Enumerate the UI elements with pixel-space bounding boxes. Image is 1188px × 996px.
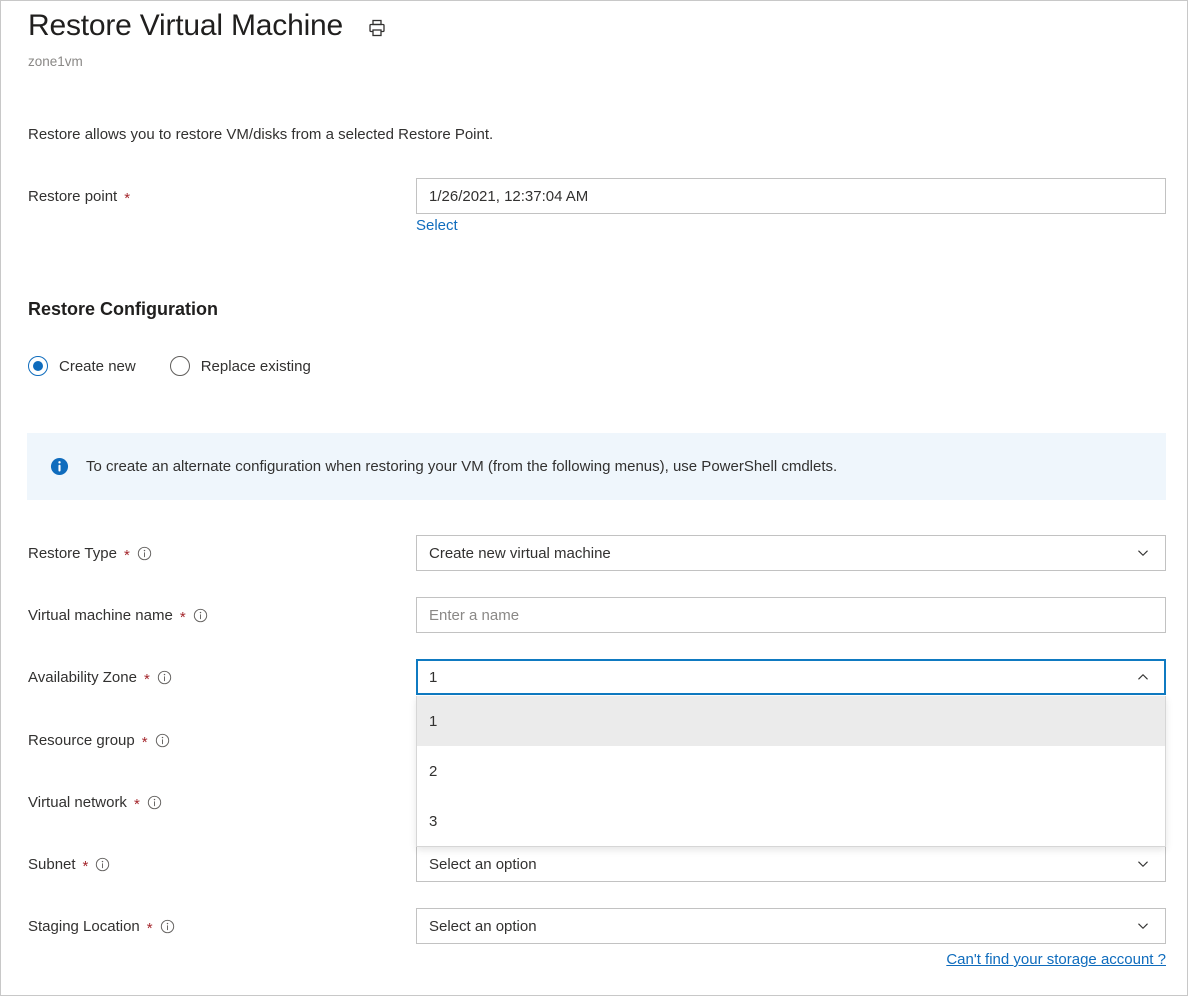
restore-virtual-machine-page: Restore Virtual Machine zone1vm Restore … <box>0 0 1188 996</box>
radio-create-new[interactable]: Create new <box>28 356 136 376</box>
restore-type-dropdown[interactable]: Create new virtual machine <box>416 535 1166 571</box>
radio-label-replace-existing: Replace existing <box>201 358 311 375</box>
required-asterisk: * <box>142 735 148 750</box>
required-asterisk: * <box>180 610 186 625</box>
virtual-network-label: Virtual network * <box>28 784 162 820</box>
radio-replace-existing[interactable]: Replace existing <box>170 356 311 376</box>
restore-point-label: Restore point * <box>28 178 130 214</box>
info-icon[interactable] <box>155 733 170 748</box>
virtual-machine-name-label-text: Virtual machine name <box>28 607 173 624</box>
required-asterisk: * <box>147 921 153 936</box>
info-icon[interactable] <box>137 546 152 561</box>
chevron-up-icon <box>1135 669 1151 685</box>
restore-point-row: Restore point * 1/26/2021, 12:37:04 AM <box>1 178 1187 214</box>
virtual-machine-name-label: Virtual machine name * <box>28 597 208 633</box>
storage-account-link-wrap: Can't find your storage account ? <box>1 951 1166 969</box>
info-banner-text: To create an alternate configuration whe… <box>86 457 837 477</box>
required-asterisk: * <box>144 672 150 687</box>
required-asterisk: * <box>134 797 140 812</box>
chevron-down-icon <box>1135 856 1151 872</box>
resource-group-label: Resource group * <box>28 722 170 758</box>
restore-point-input[interactable]: 1/26/2021, 12:37:04 AM <box>416 178 1166 214</box>
availability-zone-dropdown[interactable]: 1 <box>416 659 1166 695</box>
subnet-dropdown[interactable]: Select an option <box>416 846 1166 882</box>
dropdown-option-2[interactable]: 2 <box>417 746 1165 796</box>
required-asterisk: * <box>124 191 130 206</box>
radio-mark-replace-existing <box>170 356 190 376</box>
restore-point-value: 1/26/2021, 12:37:04 AM <box>429 188 1153 205</box>
restore-configuration-radio-group: Create new Replace existing <box>28 356 311 376</box>
select-restore-point-link[interactable]: Select <box>416 217 458 234</box>
restore-configuration-heading: Restore Configuration <box>28 299 218 320</box>
page-subtitle: zone1vm <box>28 53 1167 71</box>
availability-zone-value: 1 <box>429 669 1135 686</box>
chevron-down-icon <box>1135 545 1151 561</box>
virtual-network-label-text: Virtual network <box>28 794 127 811</box>
info-icon[interactable] <box>95 857 110 872</box>
availability-zone-option-list: 1 2 3 <box>416 696 1166 847</box>
info-icon[interactable] <box>160 919 175 934</box>
info-icon[interactable] <box>147 795 162 810</box>
virtual-machine-name-input[interactable]: Enter a name <box>416 597 1166 633</box>
info-icon[interactable] <box>157 670 172 685</box>
availability-zone-label-text: Availability Zone <box>28 669 137 686</box>
availability-zone-row: Availability Zone * 1 <box>1 659 1187 695</box>
chevron-down-icon <box>1135 918 1151 934</box>
virtual-machine-name-row: Virtual machine name * Enter a name <box>1 597 1187 633</box>
required-asterisk: * <box>83 859 89 874</box>
staging-location-label-text: Staging Location <box>28 918 140 935</box>
info-icon[interactable] <box>193 608 208 623</box>
subnet-label: Subnet * <box>28 846 110 882</box>
staging-location-label: Staging Location * <box>28 908 175 944</box>
subnet-label-text: Subnet <box>28 856 76 873</box>
required-asterisk: * <box>124 548 130 563</box>
info-circle-icon <box>49 457 69 477</box>
restore-type-label-text: Restore Type <box>28 545 117 562</box>
page-title: Restore Virtual Machine <box>28 5 343 47</box>
staging-location-row: Staging Location * Select an option <box>1 908 1187 944</box>
intro-text: Restore allows you to restore VM/disks f… <box>28 124 493 146</box>
print-icon[interactable] <box>365 16 389 40</box>
dropdown-option-3[interactable]: 3 <box>417 796 1165 846</box>
restore-type-label: Restore Type * <box>28 535 152 571</box>
info-banner: To create an alternate configuration whe… <box>27 433 1166 500</box>
subnet-row: Subnet * Select an option <box>1 846 1187 882</box>
page-header: Restore Virtual Machine zone1vm <box>28 5 1167 71</box>
dropdown-option-1[interactable]: 1 <box>417 696 1165 746</box>
staging-location-dropdown[interactable]: Select an option <box>416 908 1166 944</box>
restore-type-value: Create new virtual machine <box>429 545 1135 562</box>
restore-point-label-text: Restore point <box>28 188 117 205</box>
availability-zone-label: Availability Zone * <box>28 659 172 695</box>
resource-group-label-text: Resource group <box>28 732 135 749</box>
cant-find-storage-account-link[interactable]: Can't find your storage account ? <box>946 951 1166 968</box>
restore-type-row: Restore Type * Create new virtual machin… <box>1 535 1187 571</box>
virtual-machine-name-placeholder: Enter a name <box>429 607 1153 624</box>
title-row: Restore Virtual Machine <box>28 5 1167 47</box>
radio-label-create-new: Create new <box>59 358 136 375</box>
radio-mark-create-new <box>28 356 48 376</box>
subnet-value: Select an option <box>429 856 1135 873</box>
staging-location-value: Select an option <box>429 918 1135 935</box>
